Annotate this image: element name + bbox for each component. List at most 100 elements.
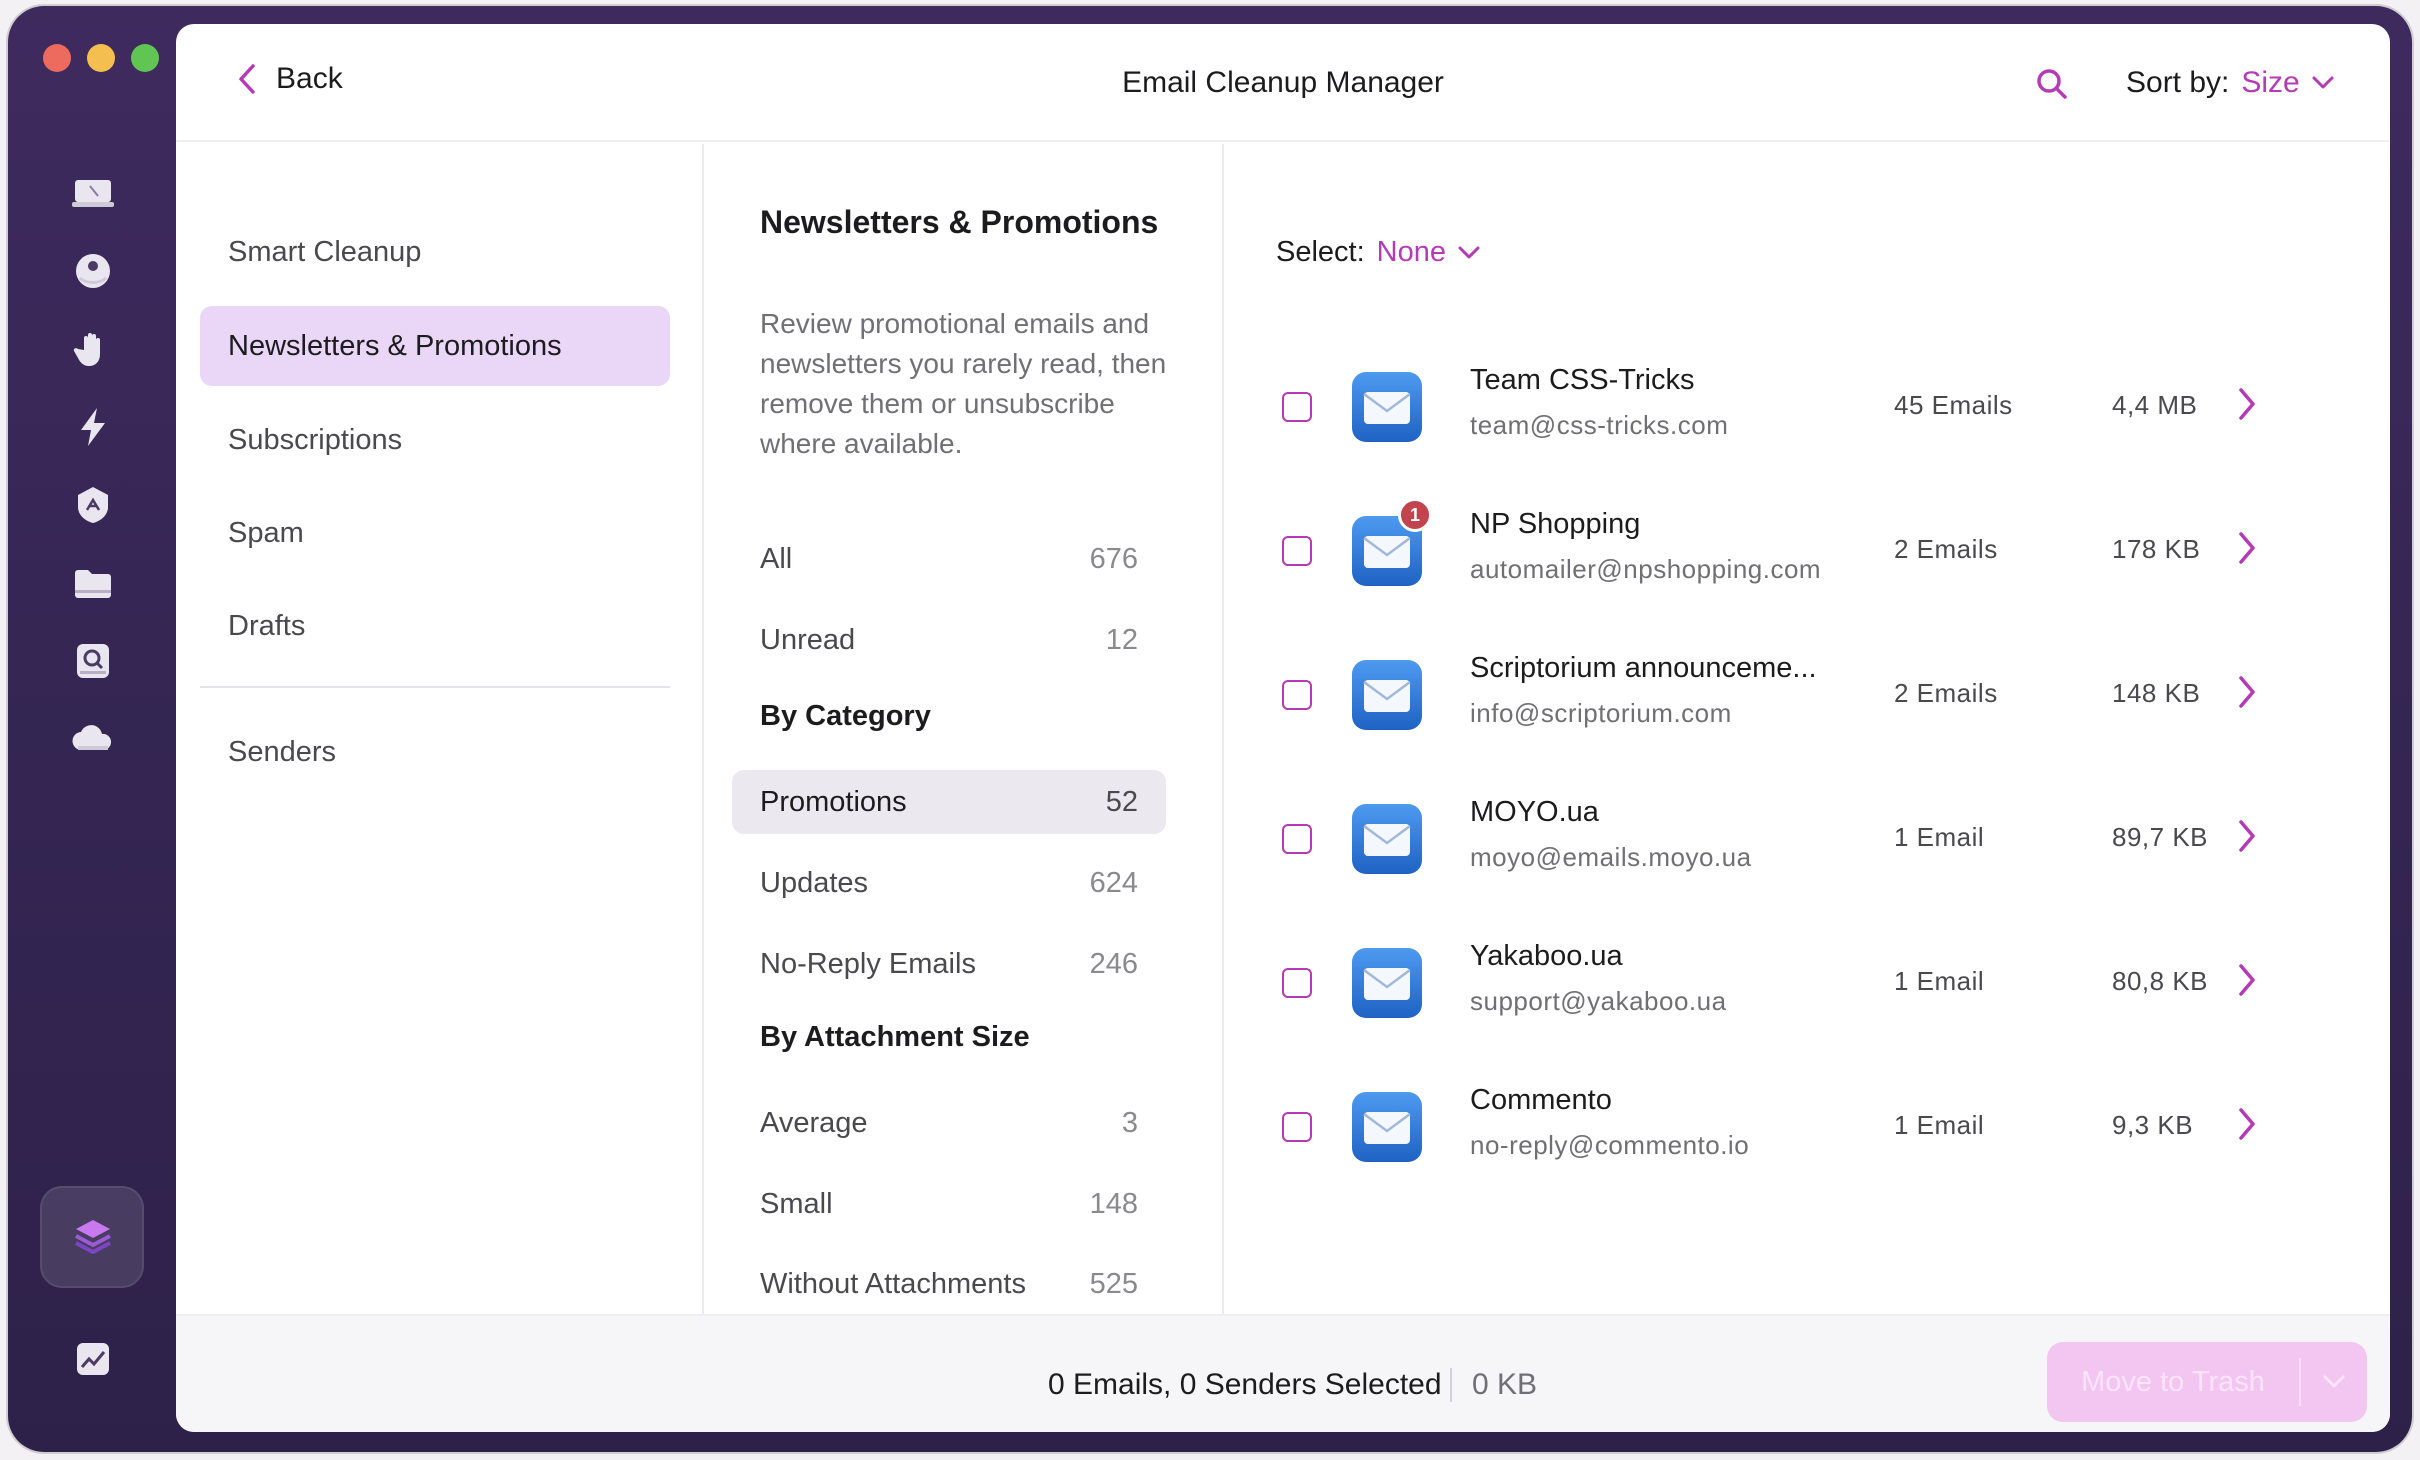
filter-count: 624 xyxy=(1089,866,1138,899)
sender-email: automailer@npshopping.com xyxy=(1470,554,1822,584)
sender-name: Yakaboo.ua xyxy=(1470,940,1623,972)
email-size: 9,3 KB xyxy=(2112,1110,2194,1140)
move-to-trash-button[interactable]: Move to Trash xyxy=(2047,1342,2367,1422)
sidebar-item-drafts[interactable]: Drafts xyxy=(200,586,670,666)
email-size: 178 KB xyxy=(2112,534,2201,564)
sender-checkbox[interactable] xyxy=(1282,680,1312,710)
sidebar-item-subscriptions[interactable]: Subscriptions xyxy=(200,400,670,480)
envelope-icon xyxy=(1352,804,1422,874)
email-size: 80,8 KB xyxy=(2112,966,2209,996)
filter-promotions[interactable]: Promotions 52 xyxy=(732,770,1166,834)
filter-count: 246 xyxy=(1089,947,1138,980)
shield-icon[interactable] xyxy=(58,470,128,540)
hand-icon[interactable] xyxy=(58,314,128,384)
filter-unread[interactable]: Unread 12 xyxy=(732,608,1166,672)
filter-label: Updates xyxy=(760,866,869,899)
filter-average[interactable]: Average 3 xyxy=(732,1091,1166,1155)
filter-label: No-Reply Emails xyxy=(760,947,976,980)
email-count: 2 Emails xyxy=(1894,678,1998,708)
sender-email: moyo@emails.moyo.ua xyxy=(1470,842,1752,872)
sender-name: Scriptorium announceme... xyxy=(1470,652,1817,684)
chevron-down-icon xyxy=(1458,246,1480,258)
layers-icon[interactable] xyxy=(58,1202,128,1272)
folder-icon[interactable] xyxy=(58,548,128,618)
chevron-right-icon[interactable] xyxy=(2236,1106,2258,1142)
sender-name: MOYO.ua xyxy=(1470,796,1599,828)
sidebar-item-smart-cleanup[interactable]: Smart Cleanup xyxy=(200,212,670,292)
email-size: 4,4 MB xyxy=(2112,390,2198,420)
envelope-icon xyxy=(1352,660,1422,730)
filter-count: 676 xyxy=(1089,542,1138,575)
search-button[interactable] xyxy=(2034,66,2070,107)
filter-count: 12 xyxy=(1105,623,1138,656)
section-title: Newsletters & Promotions xyxy=(760,204,1159,240)
envelope-icon xyxy=(1352,948,1422,1018)
filter-label: Unread xyxy=(760,623,856,656)
filter-label: Promotions xyxy=(760,785,907,818)
select-control[interactable]: Select: None xyxy=(1276,236,1480,269)
sender-checkbox[interactable] xyxy=(1282,968,1312,998)
unread-badge: 1 xyxy=(1398,498,1432,532)
chevron-right-icon[interactable] xyxy=(2236,674,2258,710)
chevron-right-icon[interactable] xyxy=(2236,818,2258,854)
sender-checkbox[interactable] xyxy=(1282,536,1312,566)
chart-icon[interactable] xyxy=(58,1324,128,1394)
sender-row[interactable]: Scriptorium announceme... info@scriptori… xyxy=(1226,622,2390,766)
cloud-icon[interactable] xyxy=(58,704,128,774)
search-icon xyxy=(2037,69,2067,99)
selection-size: 0 KB xyxy=(1472,1368,1538,1401)
trash-options-button[interactable] xyxy=(2301,1375,2367,1389)
sender-email: no-reply@commento.io xyxy=(1470,1130,1750,1160)
filter-count: 52 xyxy=(1105,785,1138,818)
sender-row[interactable]: MOYO.ua moyo@emails.moyo.ua 1 Email 89,7… xyxy=(1226,766,2390,910)
filter-label: Average xyxy=(760,1106,868,1139)
sender-row[interactable]: Yakaboo.ua support@yakaboo.ua 1 Email 80… xyxy=(1226,910,2390,1054)
sender-name: Team CSS-Tricks xyxy=(1470,364,1695,396)
sort-by-control[interactable]: Sort by: Size xyxy=(2126,66,2334,100)
filter-no-reply[interactable]: No-Reply Emails 246 xyxy=(732,932,1166,996)
group-heading-category: By Category xyxy=(760,700,931,732)
email-count: 2 Emails xyxy=(1894,534,1998,564)
chevron-down-icon xyxy=(2323,1375,2345,1388)
search-disk-icon[interactable] xyxy=(58,626,128,696)
sender-email: info@scriptorium.com xyxy=(1470,698,1732,728)
filter-updates[interactable]: Updates 624 xyxy=(732,851,1166,915)
sender-checkbox[interactable] xyxy=(1282,392,1312,422)
module-rail xyxy=(8,6,178,1452)
select-label: Select: xyxy=(1276,236,1365,268)
select-value[interactable]: None xyxy=(1377,236,1446,269)
computer-icon[interactable] xyxy=(58,158,128,228)
sidebar-item-senders[interactable]: Senders xyxy=(200,712,670,792)
sort-by-value[interactable]: Size xyxy=(2241,66,2299,100)
filter-small[interactable]: Small 148 xyxy=(732,1172,1166,1236)
bottom-bar: 0 Emails, 0 Senders Selected 0 KB Move t… xyxy=(176,1314,2390,1432)
sender-row[interactable]: 1 NP Shopping automailer@npshopping.com … xyxy=(1226,478,2390,622)
email-count: 1 Email xyxy=(1894,1110,1985,1140)
chevron-right-icon[interactable] xyxy=(2236,530,2258,566)
sender-checkbox[interactable] xyxy=(1282,824,1312,854)
chevron-right-icon[interactable] xyxy=(2236,386,2258,422)
filter-without-attachments[interactable]: Without Attachments 525 xyxy=(732,1252,1166,1316)
sidebar-item-spam[interactable]: Spam xyxy=(200,493,670,573)
sender-checkbox[interactable] xyxy=(1282,1112,1312,1142)
sender-email: team@css-tricks.com xyxy=(1470,410,1729,440)
sender-row[interactable]: Commento no-reply@commento.io 1 Email 9,… xyxy=(1226,1054,2390,1198)
chevron-down-icon xyxy=(2312,76,2334,89)
filter-all[interactable]: All 676 xyxy=(732,527,1166,591)
filter-label: Without Attachments xyxy=(760,1267,1026,1300)
disk-icon[interactable] xyxy=(58,236,128,306)
main-panel: Back Email Cleanup Manager Sort by: Size… xyxy=(176,24,2390,1432)
category-sidebar: Smart Cleanup Newsletters & Promotions S… xyxy=(176,144,704,1314)
sidebar-item-newsletters-promotions[interactable]: Newsletters & Promotions xyxy=(200,306,670,386)
envelope-icon xyxy=(1352,372,1422,442)
chevron-right-icon[interactable] xyxy=(2236,962,2258,998)
group-heading-attachment: By Attachment Size xyxy=(760,1021,1030,1053)
envelope-icon xyxy=(1352,1092,1422,1162)
sort-by-label: Sort by: xyxy=(2126,66,2230,99)
filter-count: 3 xyxy=(1121,1106,1138,1139)
filter-panel: Newsletters & Promotions Review promotio… xyxy=(706,144,1224,1314)
bolt-icon[interactable] xyxy=(58,392,128,462)
sidebar-divider xyxy=(200,686,670,688)
selection-status: 0 Emails, 0 Senders Selected xyxy=(1048,1368,1442,1401)
sender-row[interactable]: Team CSS-Tricks team@css-tricks.com 45 E… xyxy=(1226,334,2390,478)
